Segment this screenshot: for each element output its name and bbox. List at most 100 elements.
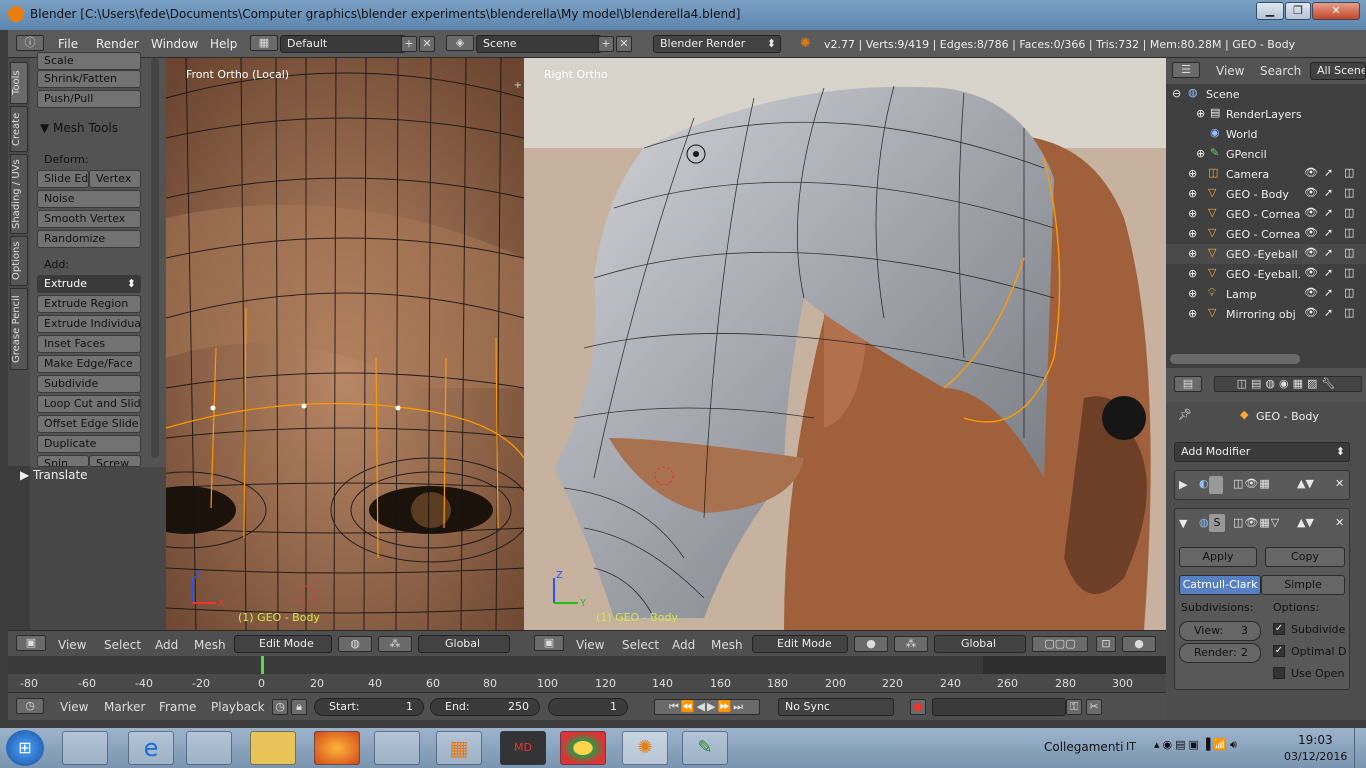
close-button[interactable]: ✕	[1312, 2, 1360, 20]
offset-edge-slide-button[interactable]: Offset Edge Slide	[37, 415, 141, 433]
notepad-app-icon[interactable]: ✎	[682, 731, 728, 765]
start-button[interactable]: ⊞	[6, 730, 44, 766]
expand-icon[interactable]: ⊕	[1188, 167, 1197, 180]
select-arrow-icon[interactable]: ➚	[1324, 186, 1333, 199]
select-arrow-icon[interactable]: ➚	[1324, 206, 1333, 219]
smooth-vertex-button[interactable]: Smooth Vertex	[37, 210, 141, 228]
outliner-item-world[interactable]: ◉ World	[1166, 124, 1366, 144]
viewport-right-ortho[interactable]: Right Ortho Z Y (1) GEO - Body	[524, 58, 1166, 630]
current-frame-marker[interactable]	[261, 656, 264, 674]
clock-time[interactable]: 19:03	[1298, 733, 1333, 747]
editor-type-icon[interactable]: ▣	[16, 635, 46, 651]
translate-operator-header[interactable]: ▶ Translate	[20, 468, 88, 482]
editor-type-icon[interactable]: ▤	[1174, 376, 1202, 392]
editor-type-icon[interactable]: ◷	[16, 698, 44, 714]
inset-faces-button[interactable]: Inset Faces	[37, 335, 141, 353]
tab-options[interactable]: Options	[10, 236, 28, 286]
visibility-eye-icon[interactable]: 👁︎	[1304, 226, 1318, 239]
spin-button[interactable]: Spin	[37, 455, 89, 467]
extrude-individual-button[interactable]: Extrude Individual	[37, 315, 141, 333]
outliner-item-geo-eyeball[interactable]: ⊕ ▽ GEO -Eyeball 👁︎ ➚ ◫	[1166, 244, 1366, 264]
outliner-item-renderlayers[interactable]: ⊕ ▤ RenderLayers	[1166, 104, 1366, 124]
modifier-toggle-icons[interactable]: ◫👁︎▦▽	[1233, 516, 1280, 529]
collapse-icon[interactable]: ⊖	[1172, 87, 1181, 100]
menu-view[interactable]: View	[576, 638, 604, 652]
visibility-eye-icon[interactable]: 👁︎	[1304, 206, 1318, 219]
select-arrow-icon[interactable]: ➚	[1324, 246, 1333, 259]
render-camera-icon[interactable]: ◫	[1344, 226, 1354, 239]
proportional-edit-icon[interactable]: ●	[1122, 636, 1156, 652]
outliner-item-mirroring-obj[interactable]: ⊕ ▽ Mirroring obj 👁︎ ➚ ◫	[1166, 304, 1366, 324]
current-frame-field[interactable]: 1	[548, 698, 628, 716]
expand-icon[interactable]: ⊕	[1188, 267, 1197, 280]
scene-field[interactable]: Scene	[476, 35, 602, 53]
add-scene-icon[interactable]: +	[598, 36, 614, 52]
outliner-item-gpencil[interactable]: ⊕ ✎ GPencil	[1166, 144, 1366, 164]
language-indicator[interactable]: IT	[1126, 740, 1136, 753]
maximize-button[interactable]: ❐	[1285, 2, 1311, 20]
render-camera-icon[interactable]: ◫	[1344, 166, 1354, 179]
push-pull-button[interactable]: Push/Pull	[37, 90, 141, 108]
shading-icon[interactable]: ●	[854, 636, 888, 652]
internet-explorer-icon[interactable]: e	[128, 731, 174, 765]
visibility-eye-icon[interactable]: 👁︎	[1304, 286, 1318, 299]
make-edge-face-button[interactable]: Make Edge/Face	[37, 355, 141, 373]
simple-button[interactable]: Simple	[1261, 575, 1345, 595]
display-mode-select[interactable]: All Scenes	[1310, 62, 1366, 80]
minimize-button[interactable]: ▁	[1256, 2, 1284, 20]
add-layout-icon[interactable]: +	[401, 36, 417, 52]
delete-keyframe-icon[interactable]: ✂	[1086, 699, 1102, 715]
menu-file[interactable]: File	[58, 37, 78, 51]
render-engine-select[interactable]: Blender Render ⬍	[653, 35, 781, 53]
end-frame-field[interactable]: End: 250	[430, 698, 540, 716]
expand-icon[interactable]: ⊕	[1188, 227, 1197, 240]
chrome-icon[interactable]	[560, 731, 606, 765]
keying-set-field[interactable]	[932, 698, 1066, 716]
menu-marker[interactable]: Marker	[104, 700, 145, 714]
scene-icon[interactable]: ◈	[446, 35, 474, 51]
editor-type-icon[interactable]: ☰	[1172, 62, 1200, 78]
remove-scene-icon[interactable]: ✕	[616, 36, 632, 52]
render-camera-icon[interactable]: ◫	[1344, 206, 1354, 219]
duplicate-button[interactable]: Duplicate	[37, 435, 141, 453]
render-camera-icon[interactable]: ◫	[1344, 246, 1354, 259]
menu-view[interactable]: View	[58, 638, 86, 652]
modifier-name-field[interactable]	[1209, 476, 1223, 494]
menu-search[interactable]: Search	[1260, 64, 1301, 78]
menu-add[interactable]: Add	[672, 638, 695, 652]
blender-taskbar-icon[interactable]: ✺	[622, 731, 668, 765]
pivot-icon[interactable]: ⁂	[894, 636, 928, 652]
tab-create[interactable]: Create	[10, 106, 28, 152]
slide-vertex-button[interactable]: Vertex	[89, 170, 141, 188]
file-explorer-icon[interactable]	[250, 731, 296, 765]
preview-range-icon[interactable]: ◷	[272, 699, 288, 715]
expand-icon[interactable]: ⊕	[1188, 187, 1197, 200]
playback-controls[interactable]: ⏮⏪◀▶⏩⏭	[654, 699, 760, 715]
menu-view[interactable]: View	[60, 700, 88, 714]
outliner-item-geo-cornea[interactable]: ⊕ ▽ GEO - Cornea 👁︎ ➚ ◫	[1166, 204, 1366, 224]
outliner-item-lamp[interactable]: ⊕ 💡︎ Lamp 👁︎ ➚ ◫	[1166, 284, 1366, 304]
lock-icon[interactable]: 🔒︎	[291, 699, 307, 715]
loop-cut-button[interactable]: Loop Cut and Slide	[37, 395, 141, 413]
start-frame-field[interactable]: Start: 1	[314, 698, 424, 716]
optimal-display-checkbox[interactable]: ✓	[1273, 645, 1285, 657]
layer-icons[interactable]: ▢▢▢	[1032, 636, 1088, 652]
extrude-region-button[interactable]: Extrude Region	[37, 295, 141, 313]
visibility-eye-icon[interactable]: 👁︎	[1304, 246, 1318, 259]
viewport-front-ortho[interactable]: Front Ortho (Local) Z X (1) GEO - Body +	[166, 58, 524, 630]
expand-icon[interactable]: ⊕	[1188, 247, 1197, 260]
move-up-down-icon[interactable]: ▲▼	[1297, 516, 1314, 529]
outliner-item-camera[interactable]: ⊕ ◫ Camera 👁︎ ➚ ◫	[1166, 164, 1366, 184]
render-camera-icon[interactable]: ◫	[1344, 186, 1354, 199]
render-camera-icon[interactable]: ◫	[1344, 266, 1354, 279]
extrude-dropdown[interactable]: Extrude ⬍	[37, 275, 141, 293]
modifier-toggle-icons[interactable]: ◫👁︎▦	[1233, 477, 1271, 490]
md-app-icon[interactable]: MD	[500, 731, 546, 765]
screw-button[interactable]: Screw	[89, 455, 141, 467]
outliner-item-geo-body[interactable]: ⊕ ▽ GEO - Body 👁︎ ➚ ◫	[1166, 184, 1366, 204]
mesh-tools-header[interactable]: ▼ Mesh Tools	[40, 121, 118, 135]
select-arrow-icon[interactable]: ➚	[1324, 266, 1333, 279]
select-arrow-icon[interactable]: ➚	[1324, 286, 1333, 299]
show-desktop-button[interactable]	[1354, 728, 1366, 768]
toolshelf-scrollbar[interactable]	[151, 58, 159, 458]
